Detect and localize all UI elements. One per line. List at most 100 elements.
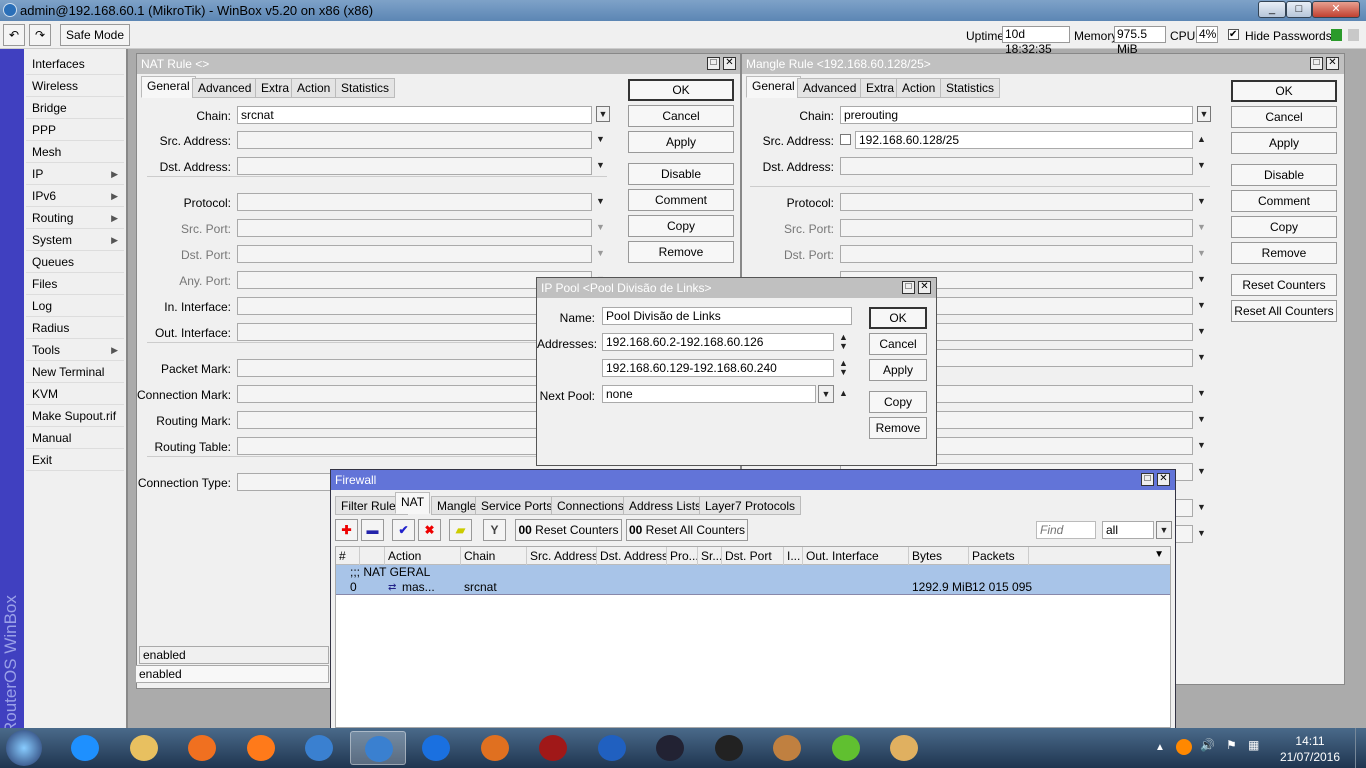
copy-button[interactable]: Copy (628, 215, 734, 237)
minimize-button[interactable]: _ (1258, 1, 1286, 18)
show-desktop-button[interactable] (1355, 728, 1366, 768)
column-header-out-interface[interactable]: Out. Interface (803, 547, 909, 565)
column-header-src-address[interactable]: Src. Address (527, 547, 597, 565)
comment-icon[interactable]: ▰ (449, 519, 472, 541)
sidebar-item-routing[interactable]: Routing ▶ (26, 207, 124, 229)
protocol-field[interactable] (237, 193, 592, 211)
dst-port-field[interactable] (237, 245, 592, 263)
column-header-dst-address[interactable]: Dst. Address (597, 547, 667, 565)
tray-app-icon[interactable] (1176, 739, 1192, 755)
volume-icon[interactable]: 🔊 (1200, 738, 1215, 752)
sidebar-item-queues[interactable]: Queues (26, 251, 124, 273)
taskbar-steam[interactable] (642, 731, 698, 765)
dst-port-field[interactable] (840, 245, 1193, 263)
sidebar-item-exit[interactable]: Exit (26, 449, 124, 471)
chain-field[interactable]: prerouting (840, 106, 1193, 124)
dropdown-arrow-icon[interactable]: ▼ (1197, 440, 1206, 450)
add-remove-address-icon[interactable]: ▲ ▼ (839, 333, 848, 351)
restore-button[interactable]: □ (902, 281, 915, 294)
taskbar-paint[interactable] (876, 731, 932, 765)
add-icon[interactable]: ✚ (335, 519, 358, 541)
apply-button[interactable]: Apply (869, 359, 927, 381)
dropdown-arrow-icon[interactable]: ▼ (596, 248, 605, 258)
restore-button[interactable]: □ (1310, 57, 1323, 70)
sidebar-item-wireless[interactable]: Wireless (26, 75, 124, 97)
comment-button[interactable]: Comment (628, 189, 734, 211)
sidebar-item-ip[interactable]: IP ▶ (26, 163, 124, 185)
tab-service-ports[interactable]: Service Ports (475, 496, 559, 515)
close-button[interactable]: ✕ (1312, 1, 1360, 18)
disable-button[interactable]: Disable (1231, 164, 1337, 186)
src-port-field[interactable] (840, 219, 1193, 237)
remove-icon[interactable]: ▬ (361, 519, 384, 541)
reset-all-counters-button[interactable]: Reset All Counters (1231, 300, 1337, 322)
address-field-1[interactable]: 192.168.60.2-192.168.60.126 (602, 333, 834, 351)
reset-all-counters-button[interactable]: 00 Reset All Counters (626, 519, 748, 541)
taskbar-firefox[interactable] (233, 731, 289, 765)
sidebar-item-files[interactable]: Files (26, 273, 124, 295)
taskbar-media-player[interactable] (174, 731, 230, 765)
sidebar-item-kvm[interactable]: KVM (26, 383, 124, 405)
cancel-button[interactable]: Cancel (869, 333, 927, 355)
column-header-dst-port[interactable]: Dst. Port (722, 547, 784, 565)
dropdown-arrow-icon[interactable]: ▼ (818, 385, 834, 403)
remove-button[interactable]: Remove (628, 241, 734, 263)
close-window-button[interactable]: ✕ (918, 281, 931, 294)
taskbar-vegas[interactable] (818, 731, 874, 765)
dropdown-arrow-icon[interactable]: ▼ (596, 196, 605, 206)
redo-button[interactable]: ↷ (29, 24, 51, 46)
taskbar-internet-explorer[interactable] (57, 731, 113, 765)
apply-button[interactable]: Apply (1231, 132, 1337, 154)
name-field[interactable]: Pool Divisão de Links (602, 307, 852, 325)
ok-button[interactable]: OK (869, 307, 927, 329)
find-input[interactable] (1036, 521, 1096, 539)
dropdown-arrow-icon[interactable]: ▼ (1197, 196, 1206, 206)
restore-button[interactable]: □ (1141, 473, 1154, 486)
sidebar-item-new-terminal[interactable]: New Terminal (26, 361, 124, 383)
dropdown-arrow-icon[interactable]: ▼ (1197, 106, 1211, 122)
tab-action[interactable]: Action (291, 78, 337, 98)
reset-counters-button[interactable]: 00 Reset Counters (515, 519, 622, 541)
taskbar-teamviewer[interactable] (408, 731, 464, 765)
undo-button[interactable]: ↶ (3, 24, 25, 46)
tab-advanced[interactable]: Advanced (797, 78, 863, 98)
chain-field[interactable]: srcnat (237, 106, 592, 124)
src-address-field[interactable] (237, 131, 592, 149)
dropdown-arrow-icon[interactable]: ▼ (596, 222, 605, 232)
sidebar-item-manual[interactable]: Manual (26, 427, 124, 449)
column-header-pro[interactable]: Pro... (667, 547, 698, 565)
close-window-button[interactable]: ✕ (723, 57, 736, 70)
tab-general[interactable]: General (141, 76, 196, 98)
column-header-flags[interactable] (360, 547, 385, 565)
taskbar-file-explorer[interactable] (116, 731, 172, 765)
dropdown-arrow-icon[interactable]: ▼ (1197, 466, 1206, 476)
enable-icon[interactable]: ✔ (392, 519, 415, 541)
negate-checkbox[interactable] (840, 134, 851, 145)
sidebar-item-make-supout-rif[interactable]: Make Supout.rif (26, 405, 124, 427)
sidebar-item-radius[interactable]: Radius (26, 317, 124, 339)
dropdown-arrow-icon[interactable]: ▼ (596, 160, 605, 170)
comment-row[interactable]: ;;; NAT GERAL (336, 565, 1170, 580)
dropdown-arrow-icon[interactable]: ▼ (1197, 326, 1206, 336)
tab-advanced[interactable]: Advanced (192, 78, 258, 98)
safe-mode-button[interactable]: Safe Mode (60, 24, 130, 46)
column-header-sr[interactable]: Sr... (698, 547, 722, 565)
cancel-button[interactable]: Cancel (628, 105, 734, 127)
tab-extra[interactable]: Extra (255, 78, 296, 98)
dropdown-arrow-icon[interactable]: ▼ (1156, 521, 1172, 539)
reset-counters-button[interactable]: Reset Counters (1231, 274, 1337, 296)
dropdown-arrow-icon[interactable]: ▼ (1197, 300, 1206, 310)
copy-button[interactable]: Copy (1231, 216, 1337, 238)
close-window-button[interactable]: ✕ (1326, 57, 1339, 70)
taskbar-game-character[interactable] (759, 731, 815, 765)
disable-button[interactable]: Disable (628, 163, 734, 185)
apply-button[interactable]: Apply (628, 131, 734, 153)
dropdown-arrow-icon[interactable]: ▼ (1197, 388, 1206, 398)
action-center-icon[interactable]: ⚑ (1226, 738, 1237, 752)
address-field-2[interactable]: 192.168.60.129-192.168.60.240 (602, 359, 834, 377)
dropdown-arrow-icon[interactable]: ▼ (596, 106, 610, 122)
cancel-button[interactable]: Cancel (1231, 106, 1337, 128)
remove-button[interactable]: Remove (1231, 242, 1337, 264)
disable-icon[interactable]: ✖ (418, 519, 441, 541)
column-header-action[interactable]: Action (385, 547, 461, 565)
